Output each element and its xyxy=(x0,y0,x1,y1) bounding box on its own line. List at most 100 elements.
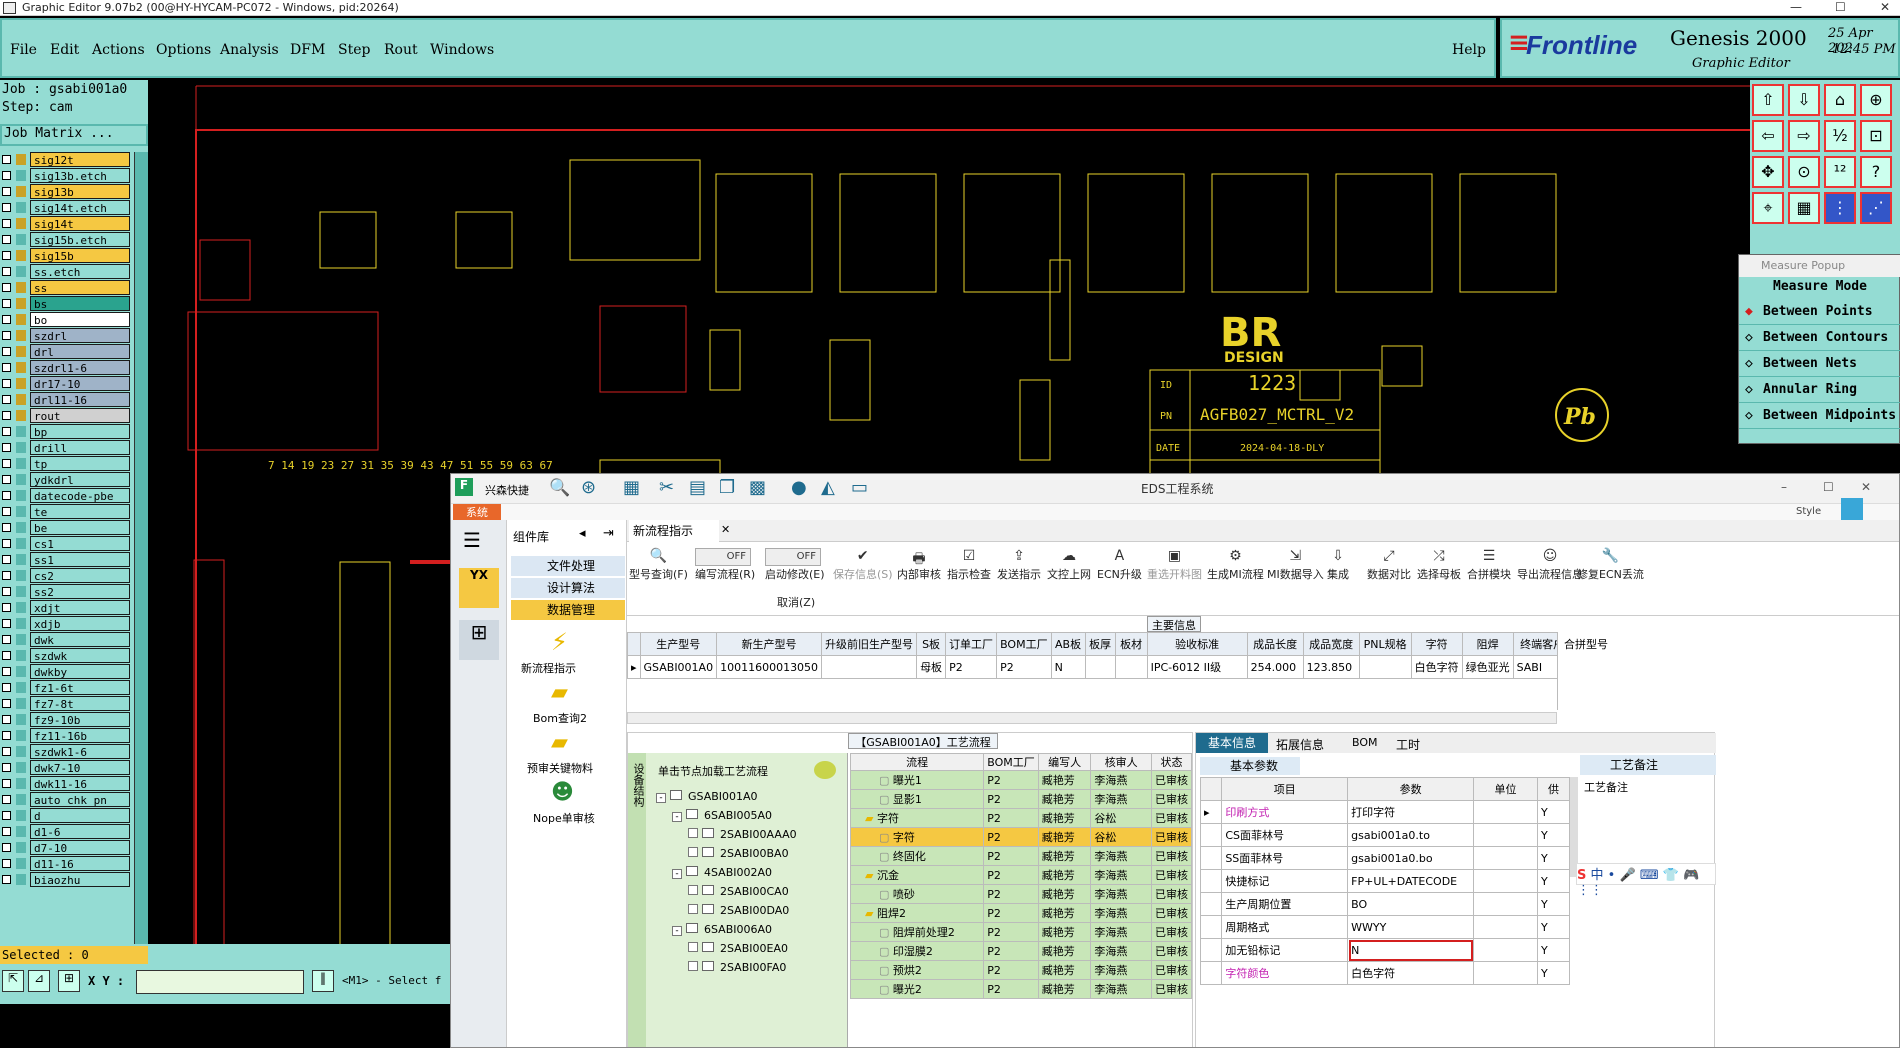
new-flow-link[interactable]: 新流程指示 xyxy=(521,660,576,676)
layer-name[interactable]: drill xyxy=(30,440,130,455)
layer-checkbox[interactable] xyxy=(2,875,11,884)
layer-row[interactable]: drl xyxy=(0,344,132,359)
param-value[interactable]: gsabi001a0.bo xyxy=(1347,846,1475,870)
layer-row[interactable]: sig15b.etch xyxy=(0,232,132,247)
pause-icon[interactable]: ‖ xyxy=(312,970,334,992)
flow-row[interactable]: ▢ 曝光1 P2 臧艳芳 李海燕 已审核 xyxy=(850,770,1192,790)
layer-name[interactable]: sig13b.etch xyxy=(30,168,130,183)
pin-icon[interactable]: ⇥ xyxy=(603,526,614,541)
menu-step[interactable]: Step xyxy=(338,42,370,58)
close-button[interactable]: ✕ xyxy=(1880,0,1890,14)
person-icon[interactable]: ☻ xyxy=(551,780,574,805)
layer-checkbox[interactable] xyxy=(2,475,11,484)
layer-row[interactable]: be xyxy=(0,520,132,535)
param-row[interactable]: 周期格式 WWYY Y xyxy=(1200,915,1570,939)
tool-help-icon[interactable]: ? xyxy=(1860,156,1892,188)
param-value[interactable]: WWYY xyxy=(1347,915,1475,939)
grid-header[interactable]: 新生产型号 xyxy=(716,632,823,656)
node-checkbox[interactable] xyxy=(702,885,714,895)
grid-cell[interactable]: 123.850 xyxy=(1302,655,1360,679)
layer-checkbox[interactable] xyxy=(2,795,11,804)
layer-name[interactable]: szdrl1-6 xyxy=(30,360,130,375)
sogou-icon[interactable]: S xyxy=(1577,868,1586,883)
tree-node[interactable]: - 6SABI005A0 xyxy=(672,806,772,825)
layer-name[interactable]: d11-16 xyxy=(30,856,130,871)
layer-name[interactable]: d xyxy=(30,808,130,823)
layer-row[interactable]: sig15b xyxy=(0,248,132,263)
style-menu[interactable]: Style xyxy=(1796,506,1821,517)
layer-row[interactable]: ss.etch xyxy=(0,264,132,279)
skin-icon[interactable]: 👕 xyxy=(1663,868,1679,883)
layer-checkbox[interactable] xyxy=(2,187,11,196)
layer-checkbox[interactable] xyxy=(2,379,11,388)
layer-name[interactable]: fz7-8t xyxy=(30,696,130,711)
layer-name[interactable]: ydkdrl xyxy=(30,472,130,487)
layer-name[interactable]: rout xyxy=(30,408,130,423)
param-scrollbar[interactable] xyxy=(1570,777,1578,877)
copy-icon[interactable]: ❐ xyxy=(719,477,735,498)
menu-actions[interactable]: Actions xyxy=(92,42,145,58)
layer-row[interactable]: szdrl1-6 xyxy=(0,360,132,375)
layer-row[interactable]: ss1 xyxy=(0,552,132,567)
grid-cell[interactable]: P2 xyxy=(996,655,1052,679)
eds-maximize[interactable]: ☐ xyxy=(1823,480,1834,494)
tree-toggle-icon[interactable] xyxy=(688,885,698,895)
layer-checkbox[interactable] xyxy=(2,731,11,740)
flow-header[interactable]: 状态 xyxy=(1150,753,1192,771)
layer-row[interactable]: datecode-pbe xyxy=(0,488,132,503)
param-row[interactable]: 加无铅标记 N Y xyxy=(1200,938,1570,962)
layer-name[interactable]: biaozhu xyxy=(30,872,130,887)
grid-header[interactable]: PNL规格 xyxy=(1358,632,1412,656)
layer-name[interactable]: dwk xyxy=(30,632,130,647)
layer-checkbox[interactable] xyxy=(2,843,11,852)
flow-row[interactable]: ▢ 预烘2 P2 臧艳芳 李海燕 已审核 xyxy=(850,960,1192,980)
layer-name[interactable]: xdjb xyxy=(30,616,130,631)
grid-header[interactable]: 成品长度 xyxy=(1246,632,1304,656)
layer-name[interactable]: d7-10 xyxy=(30,840,130,855)
node-checkbox[interactable] xyxy=(686,923,698,933)
layer-row[interactable]: dwk11-16 xyxy=(0,776,132,791)
layer-name[interactable]: dr17-10 xyxy=(30,376,130,391)
tool-snap-icon[interactable]: ⌖ xyxy=(1752,192,1784,224)
layer-name[interactable]: dwkby xyxy=(30,664,130,679)
layer-name[interactable]: cs1 xyxy=(30,536,130,551)
tool-home-icon[interactable]: ⌂ xyxy=(1824,84,1856,116)
grid-header[interactable]: 验收标准 xyxy=(1146,632,1248,656)
layer-checkbox[interactable] xyxy=(2,763,11,772)
toolbar-button[interactable]: ✔ 保存信息(S) xyxy=(833,548,893,582)
layer-scrollbar[interactable] xyxy=(134,152,148,952)
layer-name[interactable]: fz9-10b xyxy=(30,712,130,727)
grid-header[interactable]: BOM工厂 xyxy=(996,632,1052,656)
minimize-button[interactable]: — xyxy=(1790,0,1802,14)
layer-checkbox[interactable] xyxy=(2,299,11,308)
measure-between-contours[interactable]: ◇ Between Contours xyxy=(1739,325,1900,351)
flow-row[interactable]: ▢ 字符 P2 臧艳芳 谷松 已审核 xyxy=(850,827,1192,847)
layer-checkbox[interactable] xyxy=(2,203,11,212)
grid-cell[interactable] xyxy=(821,655,918,679)
table-icon[interactable]: ▦ xyxy=(623,477,640,498)
grid-snap-icon[interactable]: ⊞ xyxy=(58,970,80,992)
layer-row[interactable]: tp xyxy=(0,456,132,471)
tool-up-icon[interactable]: ⇧ xyxy=(1752,84,1784,116)
grid-cell[interactable]: IPC-6012 II级 xyxy=(1146,655,1248,679)
param-value[interactable]: FP+UL+DATECODE xyxy=(1347,869,1475,893)
grid-header[interactable]: AB板 xyxy=(1050,632,1086,656)
more-icon[interactable]: ⋮⋮ xyxy=(1577,883,1603,898)
layer-name[interactable]: xdjt xyxy=(30,600,130,615)
tree-node[interactable]: 2SABI00BA0 xyxy=(688,844,789,863)
tree-node[interactable]: 2SABI00FA0 xyxy=(688,958,786,977)
layer-checkbox[interactable] xyxy=(2,635,11,644)
param-value[interactable]: 白色字符 xyxy=(1347,961,1475,985)
layer-row[interactable]: sig13b.etch xyxy=(0,168,132,183)
layer-row[interactable]: szdwk xyxy=(0,648,132,663)
layer-row[interactable]: szdrl xyxy=(0,328,132,343)
measure-icon[interactable]: ⊿ xyxy=(28,970,50,992)
flow-row[interactable]: ▰ 沉金 P2 臧艳芳 李海燕 已审核 xyxy=(850,865,1192,885)
user-icon[interactable]: ● xyxy=(791,477,807,498)
toolbar-button[interactable]: ⇩ 集成 xyxy=(1327,548,1349,582)
layer-row[interactable]: dr17-10 xyxy=(0,376,132,391)
layer-row[interactable]: bp xyxy=(0,424,132,439)
layer-row[interactable]: d11-16 xyxy=(0,856,132,871)
layer-checkbox[interactable] xyxy=(2,715,11,724)
grid-cell[interactable]: 绿色亚光 xyxy=(1461,655,1514,679)
